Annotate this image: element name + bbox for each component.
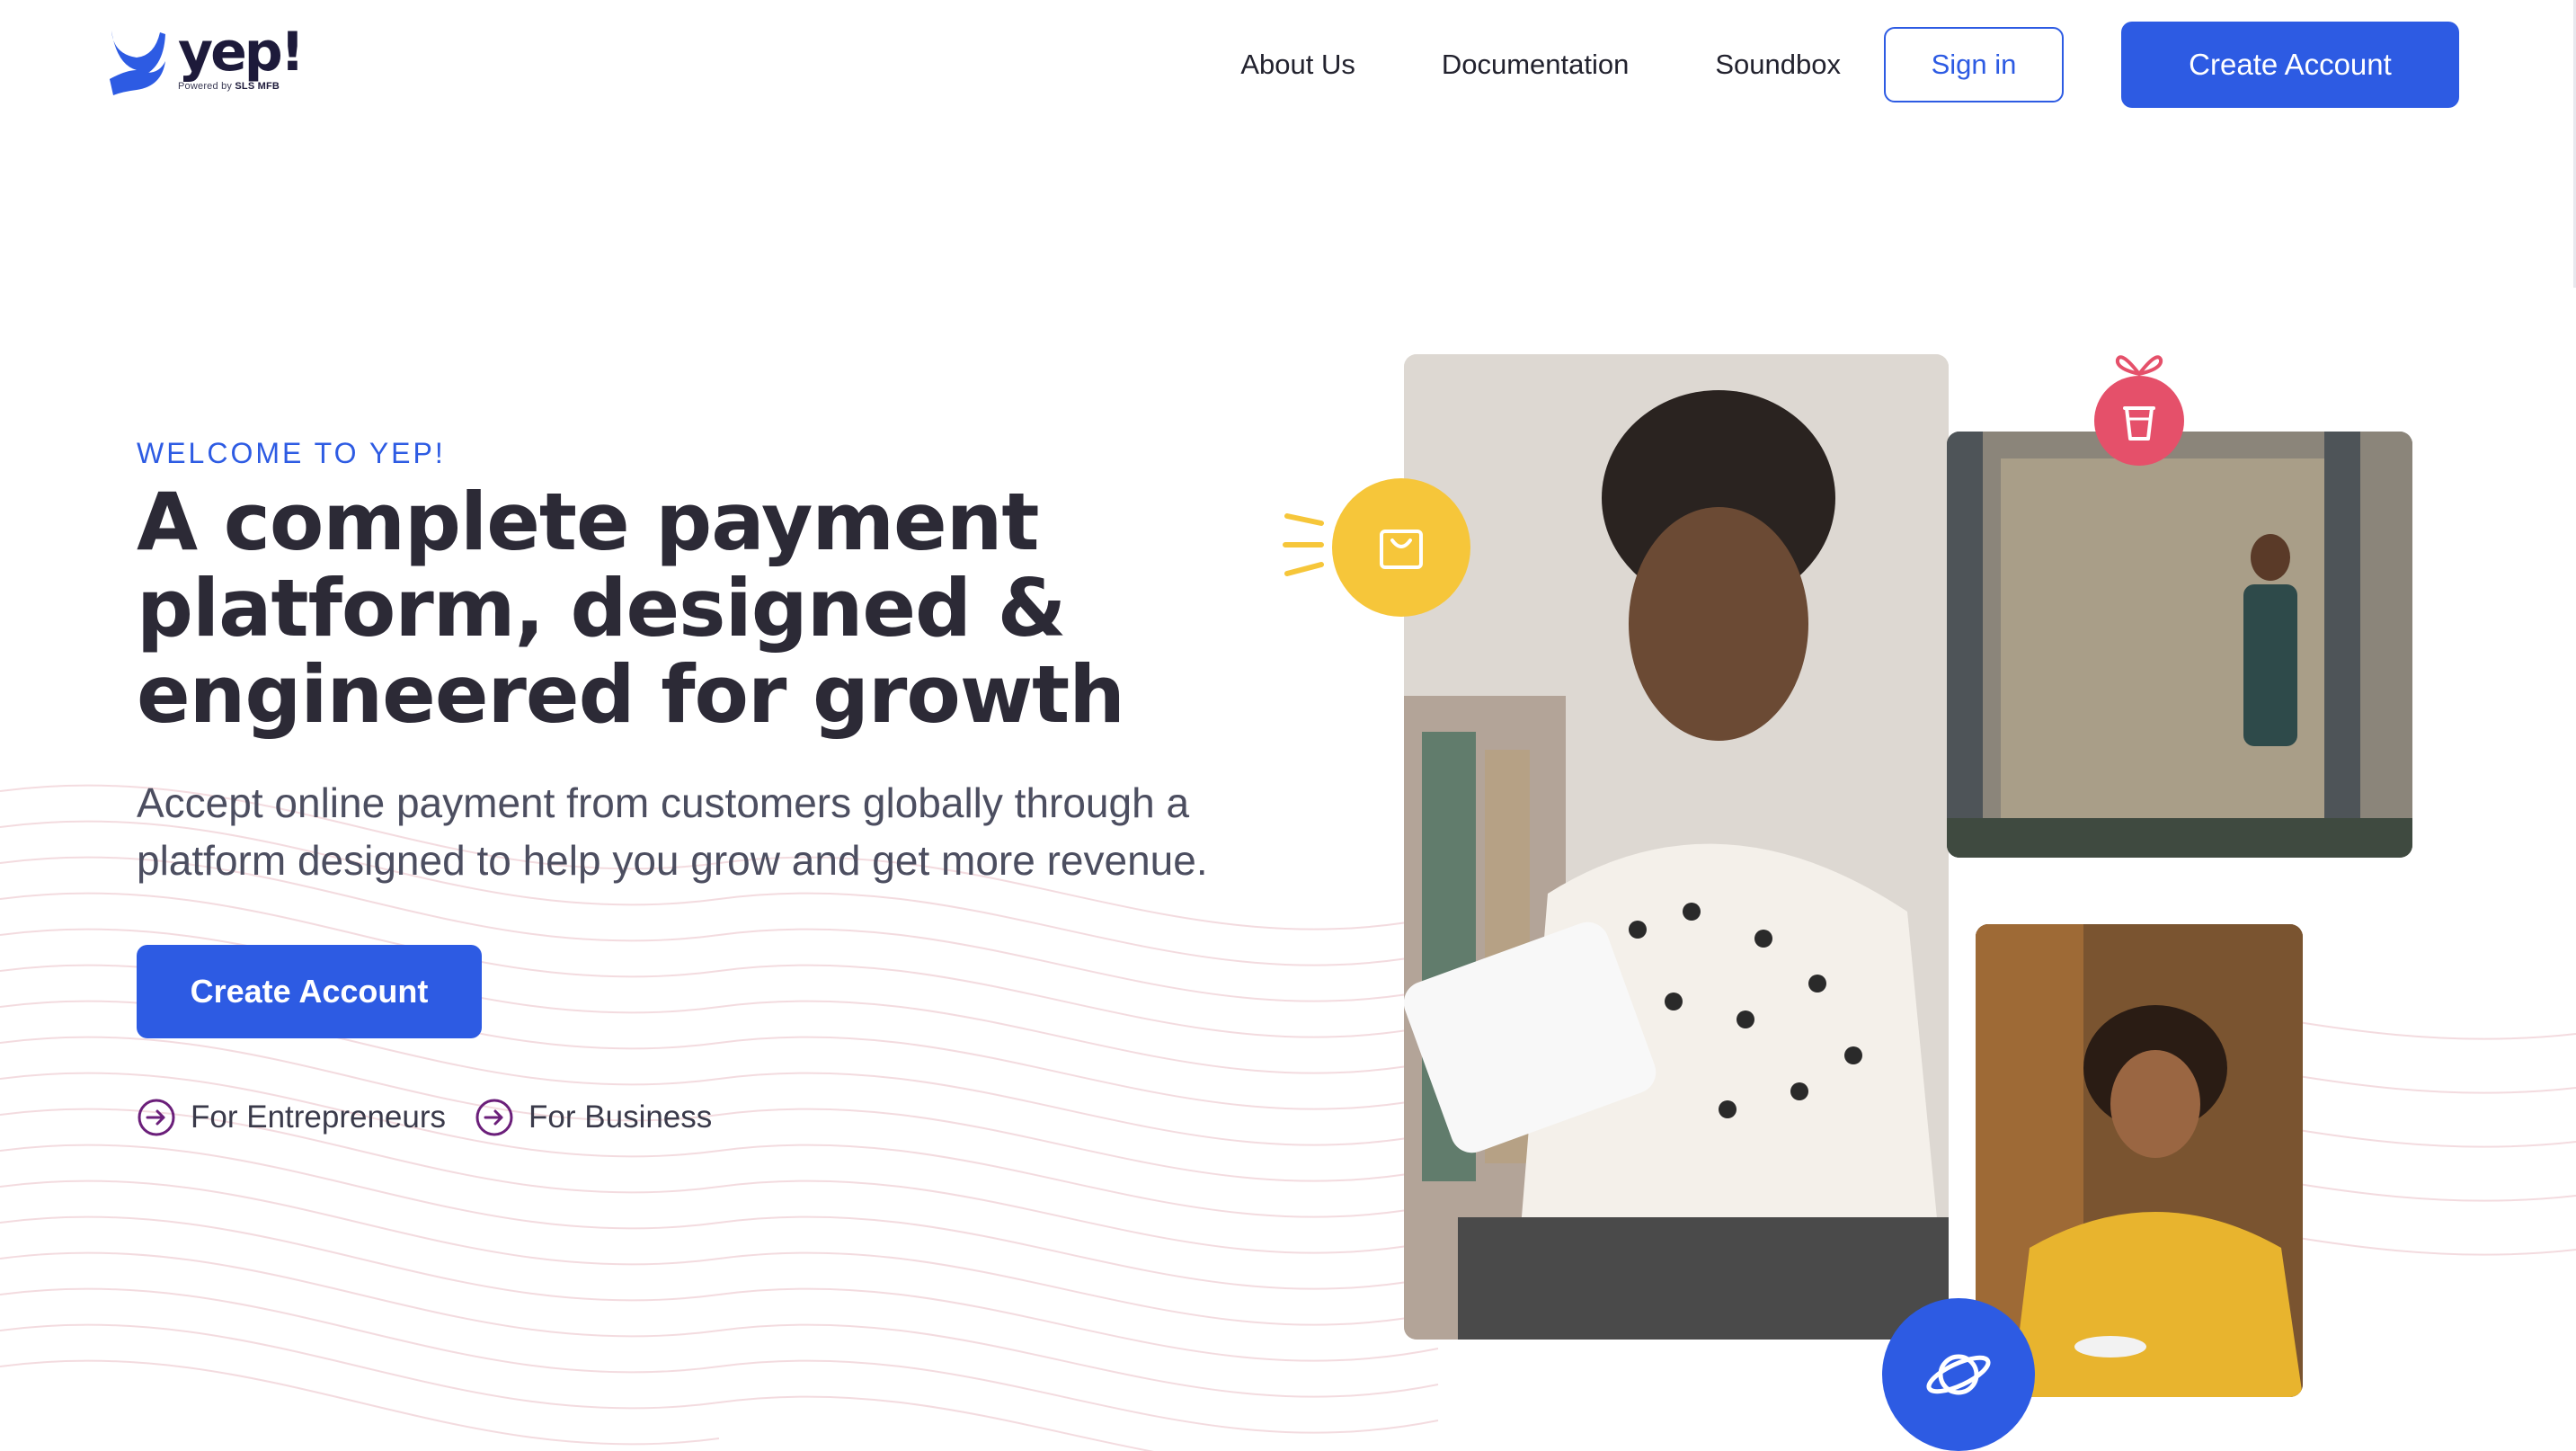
for-entrepreneurs-label: For Entrepreneurs: [191, 1099, 447, 1135]
logo-text: yep! Powered by SLS MFB: [178, 21, 305, 92]
arrow-circle-right-icon: [475, 1099, 513, 1136]
top-nav: About Us Documentation Soundbox Sign in …: [1240, 22, 2459, 108]
cup-icon: [2123, 406, 2155, 441]
woman-in-cafe-photo: [1976, 924, 2303, 1397]
create-account-nav-button[interactable]: Create Account: [2121, 22, 2459, 108]
for-business-label: For Business: [529, 1099, 713, 1135]
shop-owner-illustration: [1947, 432, 2412, 858]
hero-headline: A complete payment platform, designed & …: [137, 476, 1125, 741]
cup-badge: [2094, 376, 2184, 466]
logo-tagline: Powered by SLS MFB: [178, 81, 302, 92]
nav-soundbox[interactable]: Soundbox: [1715, 49, 1841, 81]
planet-badge: [1882, 1298, 2035, 1451]
hero-section: WELCOME TO YEP! A complete payment platf…: [137, 437, 1305, 1137]
sparkle-lines-icon: [1283, 513, 1324, 576]
sign-in-button[interactable]: Sign in: [1884, 27, 2064, 102]
hero-eyebrow: WELCOME TO YEP!: [137, 437, 446, 469]
yep-logo-icon: [110, 31, 165, 95]
shopping-bag-icon: [1380, 530, 1423, 569]
logo-tagline-prefix: Powered by: [178, 81, 233, 92]
landing-page: yep! Powered by SLS MFB About Us Documen…: [0, 0, 2576, 1451]
logo-tagline-org: SLS MFB: [235, 81, 280, 92]
brand-logo[interactable]: yep! Powered by SLS MFB: [106, 25, 322, 108]
nav-documentation[interactable]: Documentation: [1442, 49, 1630, 81]
logo-wordmark: yep!: [178, 21, 305, 84]
for-entrepreneurs-link[interactable]: For Entrepreneurs: [137, 1098, 446, 1137]
woman-with-tablet-photo: [1404, 354, 1949, 1340]
planet-icon: [1926, 1354, 1991, 1395]
audience-links: For Entrepreneurs For Business: [137, 1098, 1305, 1137]
for-business-link[interactable]: For Business: [475, 1098, 712, 1137]
shop-owner-photo: [1947, 432, 2412, 858]
create-account-hero-button[interactable]: Create Account: [137, 945, 482, 1038]
shopping-bag-badge: [1332, 478, 1470, 617]
arrow-circle-right-icon: [138, 1099, 175, 1136]
woman-with-tablet-illustration: [1404, 354, 1949, 1340]
woman-in-cafe-illustration: [1976, 924, 2303, 1397]
hero-subtext: Accept online payment from customers glo…: [137, 779, 1208, 884]
nav-about-us[interactable]: About Us: [1240, 49, 1355, 81]
bow-icon: [2115, 355, 2163, 377]
